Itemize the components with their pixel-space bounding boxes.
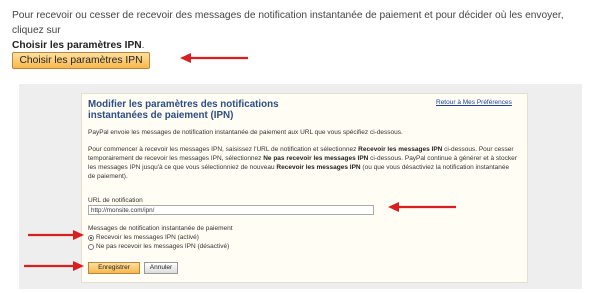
intro-sentence: Pour recevoir ou cesser de recevoir des …	[12, 10, 564, 36]
radio-receive-label: Recevoir les messages IPN (activé)	[96, 234, 199, 241]
red-arrow-icon	[388, 202, 456, 212]
radio-do-not-receive-label: Ne pas recevoir les messages IPN (désact…	[96, 243, 230, 250]
panel-title: Modifier les paramètres des notification…	[88, 99, 279, 121]
red-arrow-icon	[24, 261, 84, 271]
radio-receive-messages[interactable]: Recevoir les messages IPN (activé)	[88, 233, 199, 242]
radio-checked-icon[interactable]	[88, 234, 94, 241]
notification-url-input[interactable]	[88, 205, 374, 215]
intro-link-text: Choisir les paramètres IPN	[12, 40, 142, 51]
instructions-part: Pour commencer à recevoir les messages I…	[88, 146, 359, 153]
red-arrow-icon	[180, 53, 248, 63]
radio-unchecked-icon[interactable]	[88, 243, 94, 250]
instructions-bold: Recevoir les messages IPN	[276, 164, 361, 171]
instructions-bold: Recevoir les messages IPN	[358, 146, 443, 153]
panel-intro-paragraph: PayPal envoie les messages de notificati…	[88, 129, 403, 136]
choose-ipn-settings-button[interactable]: Choisir les paramètres IPN	[12, 52, 150, 69]
save-button[interactable]: Enregistrer	[88, 262, 140, 274]
intro-end: .	[141, 40, 145, 51]
panel-instructions-paragraph: Pour commencer à recevoir les messages I…	[88, 145, 518, 181]
notification-url-label: URL de notification	[88, 197, 143, 204]
red-arrow-icon	[28, 230, 84, 240]
ipn-settings-panel: Modifier les paramètres des notification…	[81, 93, 528, 283]
cancel-button[interactable]: Annuler	[144, 262, 178, 274]
intro-text: Pour recevoir ou cesser de recevoir des …	[12, 8, 594, 53]
radio-do-not-receive-messages[interactable]: Ne pas recevoir les messages IPN (désact…	[88, 242, 229, 251]
instructions-bold: Ne pas recevoir les messages IPN	[263, 155, 369, 162]
return-to-preferences-link[interactable]: Retour à Mes Préférences	[436, 98, 512, 107]
messages-label: Messages de notification instantanée de …	[88, 225, 233, 232]
